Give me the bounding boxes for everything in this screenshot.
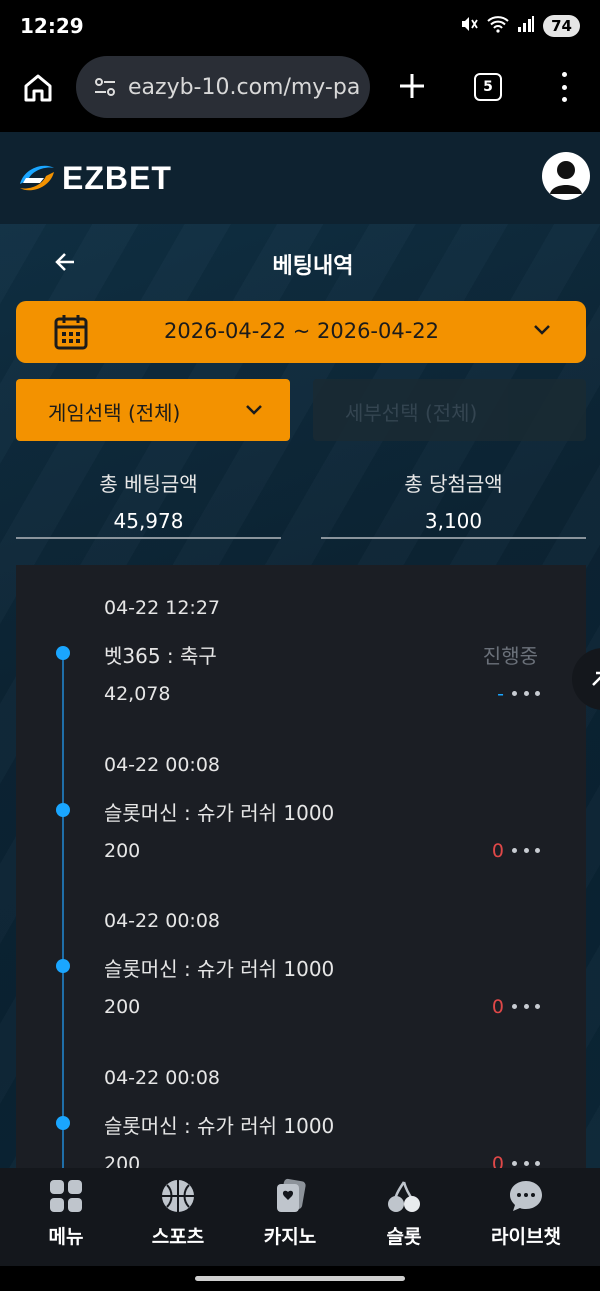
bet-game: 벳365 : 축구: [104, 644, 217, 668]
total-win-value: 3,100: [321, 509, 586, 539]
bet-time: 04-22 00:08: [104, 910, 221, 932]
total-bet-summary: 총 베팅금액 45,978: [16, 468, 281, 539]
home-icon: [24, 74, 52, 102]
more-options-icon[interactable]: [512, 689, 540, 697]
cards-icon: [277, 1178, 306, 1212]
site-header: EZBET: [0, 132, 600, 224]
bet-result: -: [497, 683, 504, 705]
nav-label: 카지노: [263, 1226, 317, 1248]
menu-grid-icon: [50, 1180, 82, 1212]
bet-time: 04-22 00:08: [104, 1067, 221, 1089]
nav-item-slot[interactable]: 슬롯: [344, 1178, 464, 1258]
bet-result: 0: [491, 840, 504, 862]
tab-switcher-button[interactable]: 5: [474, 73, 502, 101]
address-bar[interactable]: eazyb-10.com/my-pa: [76, 56, 370, 118]
status-time: 12:29: [20, 14, 84, 38]
bet-amount: 200: [104, 996, 141, 1018]
bet-game: 슬롯머신 : 슈가 러쉬 1000: [104, 1114, 335, 1138]
user-icon: [550, 161, 582, 194]
status-bar: 12:29 74: [0, 0, 600, 54]
more-menu-icon[interactable]: [552, 70, 576, 104]
total-win-summary: 총 당첨금액 3,100: [321, 468, 586, 539]
total-bet-label: 총 베팅금액: [99, 472, 198, 496]
timeline-dot: [56, 959, 70, 973]
plus-icon: [400, 74, 424, 98]
bet-history-list: 04-22 12:27 벳365 : 축구 진행중 42,078 - 04-22…: [16, 565, 586, 1168]
nav-label: 라이브챗: [491, 1226, 561, 1248]
home-gesture-bar[interactable]: [195, 1276, 405, 1281]
bottom-navigation: 메뉴 스포츠 카지노 슬롯 라이브챗: [0, 1168, 600, 1266]
calendar-icon: [54, 315, 88, 350]
bet-history-item[interactable]: 04-22 00:08 슬롯머신 : 슈가 러쉬 1000 200 0: [16, 722, 586, 879]
home-button[interactable]: [20, 70, 56, 106]
bet-status: 진행중: [482, 644, 538, 668]
main-content: 베팅내역 2026-04-22 ~ 2026-04-22 게임선택 (전체) 세…: [0, 224, 600, 1168]
new-tab-button[interactable]: [392, 66, 432, 106]
bet-amount: 200: [104, 840, 141, 862]
detail-select-label: 세부선택 (전체): [345, 401, 478, 425]
bet-history-item[interactable]: 04-22 12:27 벳365 : 축구 진행중 42,078 -: [16, 565, 586, 722]
wifi-icon: [487, 15, 509, 37]
brand-name: EZBET: [62, 159, 172, 196]
nav-label: 슬롯: [386, 1226, 422, 1248]
mute-icon: [459, 14, 479, 38]
detail-select-dropdown[interactable]: 세부선택 (전체): [313, 379, 586, 441]
bet-history-item[interactable]: 04-22 00:08 슬롯머신 : 슈가 러쉬 1000 200 0: [16, 878, 586, 1035]
chat-bubble-icon: [510, 1181, 542, 1211]
basketball-icon: [162, 1180, 194, 1212]
bet-game: 슬롯머신 : 슈가 러쉬 1000: [104, 801, 335, 825]
bet-result: 0: [491, 1153, 504, 1168]
more-options-icon[interactable]: [512, 1002, 540, 1010]
site-settings-icon[interactable]: [92, 74, 118, 100]
date-range-text: 2026-04-22 ~ 2026-04-22: [164, 319, 440, 343]
bet-time: 04-22 00:08: [104, 754, 221, 776]
nav-item-menu[interactable]: 메뉴: [6, 1178, 126, 1258]
cherry-icon: [388, 1181, 420, 1212]
more-options-icon[interactable]: [512, 1159, 540, 1167]
signal-icon: [517, 15, 535, 37]
user-avatar[interactable]: [542, 152, 590, 200]
chevron-down-icon: [534, 325, 550, 335]
nav-label: 스포츠: [151, 1226, 205, 1248]
status-icons: 74: [459, 14, 580, 38]
bet-result: 0: [491, 996, 504, 1018]
nav-item-sports[interactable]: 스포츠: [118, 1178, 238, 1258]
browser-toolbar: eazyb-10.com/my-pa 5: [0, 54, 600, 132]
more-options-icon[interactable]: [512, 846, 540, 854]
bet-time: 04-22 12:27: [104, 597, 221, 619]
chevron-down-icon: [246, 405, 262, 415]
gesture-area: [0, 1266, 600, 1291]
battery-indicator: 74: [543, 15, 580, 37]
arrow-up-right-icon: [592, 671, 600, 686]
timeline-dot: [56, 1116, 70, 1130]
date-range-picker[interactable]: 2026-04-22 ~ 2026-04-22: [16, 301, 586, 363]
total-win-label: 총 당첨금액: [404, 472, 503, 496]
game-select-dropdown[interactable]: 게임선택 (전체): [16, 379, 290, 441]
nav-label: 메뉴: [48, 1226, 84, 1248]
site-logo[interactable]: EZBET: [14, 158, 172, 198]
bet-amount: 42,078: [104, 683, 171, 705]
bet-amount: 200: [104, 1153, 141, 1168]
nav-item-casino[interactable]: 카지노: [230, 1178, 350, 1258]
timeline-dot: [56, 646, 70, 660]
nav-item-live-chat[interactable]: 라이브챗: [466, 1178, 586, 1258]
page-title: 베팅내역: [272, 254, 354, 279]
url-text[interactable]: eazyb-10.com/my-pa: [128, 75, 360, 100]
bet-game: 슬롯머신 : 슈가 러쉬 1000: [104, 957, 335, 981]
timeline-dot: [56, 803, 70, 817]
ezbet-logo-icon: [20, 165, 54, 191]
bet-history-item[interactable]: 04-22 00:08 슬롯머신 : 슈가 러쉬 1000 200 0: [16, 1035, 586, 1168]
game-select-label: 게임선택 (전체): [48, 401, 181, 425]
total-bet-value: 45,978: [16, 509, 281, 539]
